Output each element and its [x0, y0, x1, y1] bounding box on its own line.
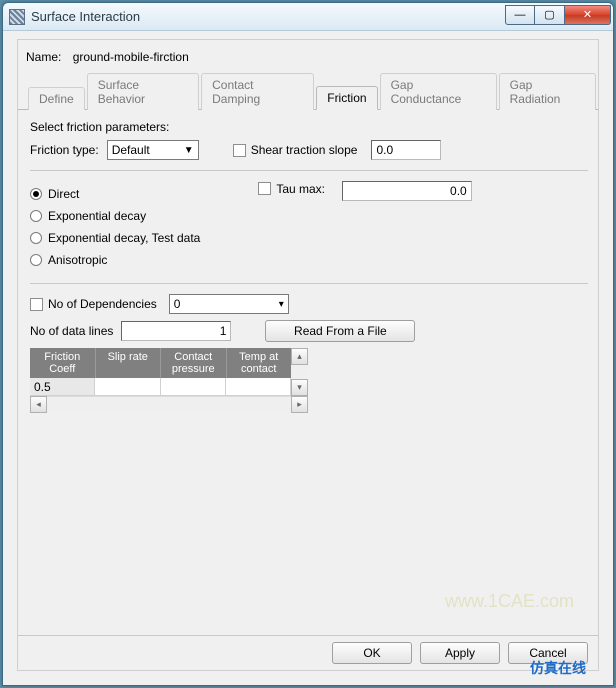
scroll-track[interactable]: [291, 365, 308, 379]
tab-gap-radiation[interactable]: Gap Radiation: [499, 73, 596, 110]
close-button[interactable]: ✕: [565, 5, 611, 25]
dependencies-row: No of Dependencies 0 ▾: [30, 294, 588, 314]
mode-exp-decay-label: Exponential decay: [48, 209, 146, 223]
window-title: Surface Interaction: [31, 9, 505, 24]
tau-max-checkbox[interactable]: Tau max:: [258, 182, 325, 196]
window-frame: Surface Interaction — ▢ ✕ Name: ground-m…: [2, 2, 614, 686]
table-row[interactable]: 0.5: [30, 378, 291, 396]
mode-direct-label: Direct: [48, 187, 79, 201]
separator: [30, 283, 588, 284]
cell-friction-coeff[interactable]: 0.5: [30, 378, 95, 396]
tab-surface-behavior[interactable]: Surface Behavior: [87, 73, 199, 110]
checkbox-box: [30, 298, 43, 311]
tau-max-input[interactable]: 0.0: [342, 181, 472, 201]
dependencies-value: 0: [174, 297, 181, 311]
shear-traction-checkbox[interactable]: Shear traction slope: [233, 143, 358, 157]
mode-exp-decay-test-label: Exponential decay, Test data: [48, 231, 200, 245]
mode-radio-group: Direct Exponential decay Exponential dec…: [30, 187, 200, 267]
watermark: www.1CAE.com: [445, 591, 574, 612]
dialog-button-bar: OK Apply Cancel: [18, 635, 598, 670]
radio-circle: [30, 188, 42, 200]
col-friction-coeff[interactable]: Friction Coeff: [30, 348, 96, 378]
data-lines-label: No of data lines: [30, 324, 113, 338]
checkbox-box: [233, 144, 246, 157]
tab-strip: Define Surface Behavior Contact Damping …: [18, 72, 598, 110]
radio-circle: [30, 232, 42, 244]
scroll-down-icon[interactable]: ▾: [291, 379, 308, 396]
client-area: Name: ground-mobile-firction Define Surf…: [17, 39, 599, 671]
radio-circle: [30, 210, 42, 222]
select-parameters-label: Select friction parameters:: [30, 120, 588, 134]
friction-tab-page: Select friction parameters: Friction typ…: [18, 110, 598, 423]
ok-button[interactable]: OK: [332, 642, 412, 664]
cell-slip-rate[interactable]: [95, 378, 160, 396]
mode-exp-decay-test[interactable]: Exponential decay, Test data: [30, 231, 200, 245]
friction-type-combo[interactable]: Default ▼: [107, 140, 199, 160]
chevron-down-icon: ▾: [279, 299, 284, 310]
data-lines-row: No of data lines 1 Read From a File: [30, 320, 588, 342]
separator: [30, 170, 588, 171]
tab-define[interactable]: Define: [28, 87, 85, 110]
table-hscroll[interactable]: ◂ ▸: [30, 396, 308, 413]
window-controls: — ▢ ✕: [505, 5, 611, 25]
col-temp-at-contact[interactable]: Temp at contact: [227, 348, 292, 378]
table-header: Friction Coeff Slip rate Contact pressur…: [30, 348, 291, 378]
shear-traction-input[interactable]: 0.0: [371, 140, 441, 160]
table-vscroll[interactable]: ▴ ▾: [291, 348, 308, 396]
friction-type-value: Default: [112, 143, 150, 157]
checkbox-box: [258, 182, 271, 195]
scroll-right-icon[interactable]: ▸: [291, 396, 308, 413]
tab-friction[interactable]: Friction: [316, 86, 377, 110]
minimize-button[interactable]: —: [505, 5, 535, 25]
mode-direct[interactable]: Direct: [30, 187, 200, 201]
mode-exp-decay[interactable]: Exponential decay: [30, 209, 200, 223]
radio-circle: [30, 254, 42, 266]
friction-type-label: Friction type:: [30, 143, 99, 157]
tab-gap-conductance[interactable]: Gap Conductance: [380, 73, 497, 110]
cancel-button[interactable]: Cancel: [508, 642, 588, 664]
shear-traction-label: Shear traction slope: [251, 143, 358, 157]
read-from-file-button[interactable]: Read From a File: [265, 320, 415, 342]
chevron-down-icon: ▼: [184, 145, 194, 156]
dependencies-checkbox[interactable]: No of Dependencies: [30, 297, 157, 311]
name-row: Name: ground-mobile-firction: [18, 40, 598, 72]
data-table: Friction Coeff Slip rate Contact pressur…: [30, 348, 308, 396]
mode-tau-row: Direct Exponential decay Exponential dec…: [30, 181, 588, 273]
dependencies-combo[interactable]: 0 ▾: [169, 294, 289, 314]
mode-anisotropic-label: Anisotropic: [48, 253, 107, 267]
col-slip-rate[interactable]: Slip rate: [96, 348, 162, 378]
name-label: Name:: [26, 50, 61, 64]
scroll-up-icon[interactable]: ▴: [291, 348, 308, 365]
mode-anisotropic[interactable]: Anisotropic: [30, 253, 200, 267]
dependencies-label: No of Dependencies: [48, 297, 157, 311]
data-lines-input[interactable]: 1: [121, 321, 231, 341]
col-contact-pressure[interactable]: Contact pressure: [161, 348, 227, 378]
cell-temp-at-contact[interactable]: [226, 378, 291, 396]
tau-max-label: Tau max:: [276, 182, 325, 196]
scroll-track[interactable]: [47, 396, 291, 413]
cell-contact-pressure[interactable]: [161, 378, 226, 396]
friction-type-row: Friction type: Default ▼ Shear traction …: [30, 140, 588, 160]
tab-contact-damping[interactable]: Contact Damping: [201, 73, 314, 110]
app-icon: [9, 9, 25, 25]
scroll-left-icon[interactable]: ◂: [30, 396, 47, 413]
maximize-button[interactable]: ▢: [535, 5, 565, 25]
apply-button[interactable]: Apply: [420, 642, 500, 664]
name-value: ground-mobile-firction: [73, 50, 189, 64]
titlebar[interactable]: Surface Interaction — ▢ ✕: [3, 3, 613, 31]
